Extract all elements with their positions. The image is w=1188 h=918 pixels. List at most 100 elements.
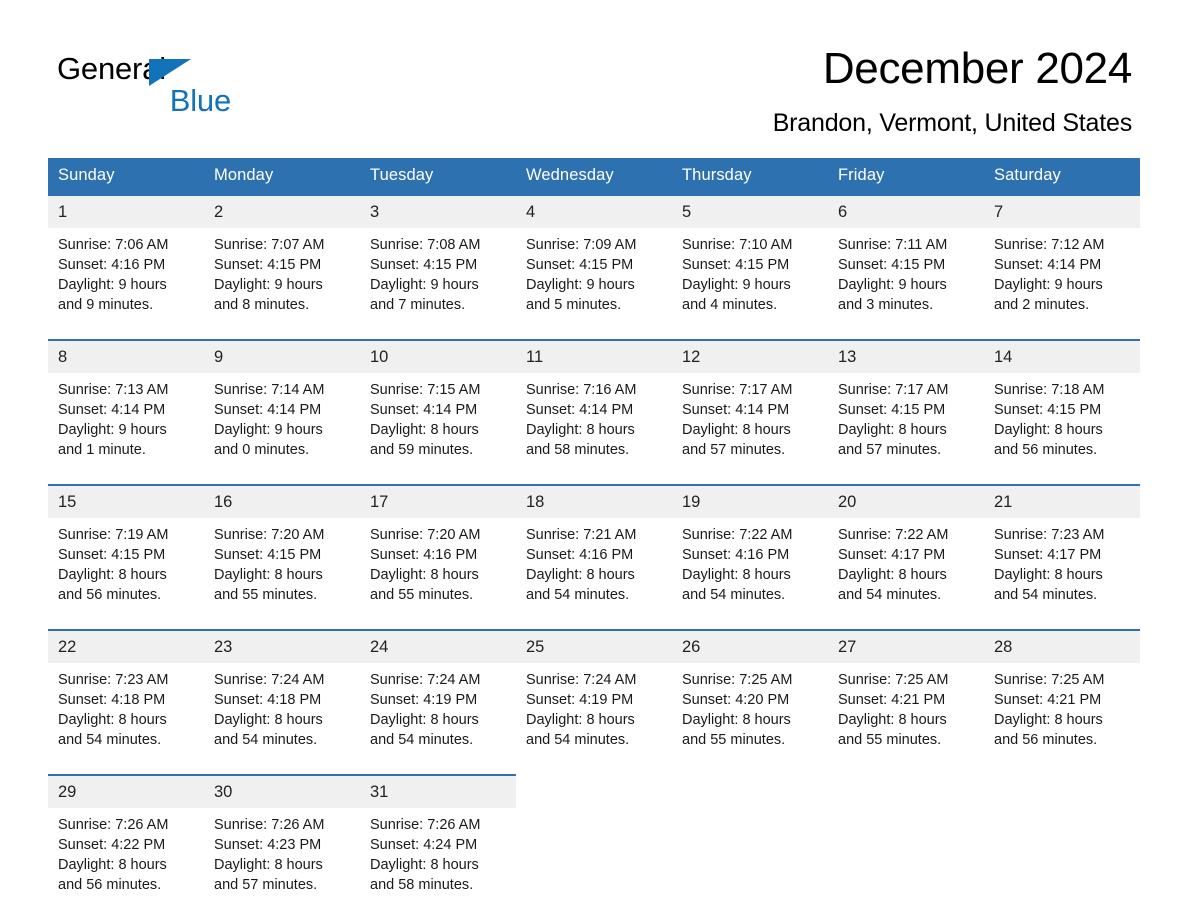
calendar-header-row: Sunday Monday Tuesday Wednesday Thursday… (48, 158, 1140, 195)
general-blue-logo[interactable]: General Blue (57, 52, 237, 118)
calendar-day-cell[interactable]: 23 Sunrise: 7:24 AM Sunset: 4:18 PM Dayligh… (204, 629, 360, 760)
calendar-day-cell[interactable]: 14 Sunrise: 7:18 AM Sunset: 4:15 PM Dayligh… (984, 339, 1140, 470)
daylight-text-line1: Daylight: 8 hours (994, 567, 1103, 583)
calendar-day-cell[interactable]: 30 Sunrise: 7:26 AM Sunset: 4:23 PM Dayligh… (204, 774, 360, 905)
sunset-text: Sunset: 4:22 PM (58, 837, 166, 853)
calendar-day-cell[interactable]: 20 Sunrise: 7:22 AM Sunset: 4:17 PM Dayligh… (828, 484, 984, 615)
logo-bottom-row: Blue (57, 84, 237, 118)
sunset-text: Sunset: 4:14 PM (58, 402, 166, 418)
calendar-day-cell[interactable]: 29 Sunrise: 7:26 AM Sunset: 4:22 PM Dayligh… (48, 774, 204, 905)
week-spacer-cell (48, 760, 1140, 775)
daylight-text-line2: and 58 minutes. (370, 877, 474, 893)
day-sun-info (672, 807, 828, 824)
day-sun-info: Sunrise: 7:24 AM Sunset: 4:19 PM Daylight:… (516, 663, 672, 760)
sunrise-text: Sunrise: 7:06 AM (58, 237, 169, 253)
calendar-day-cell[interactable]: 31 Sunrise: 7:26 AM Sunset: 4:24 PM Dayligh… (360, 774, 516, 905)
sunrise-text: Sunrise: 7:13 AM (58, 382, 169, 398)
daylight-text-line2: and 57 minutes. (214, 877, 318, 893)
calendar-day-cell[interactable]: 9 Sunrise: 7:14 AM Sunset: 4:14 PM Daylight… (204, 339, 360, 470)
day-sun-info: Sunrise: 7:16 AM Sunset: 4:14 PM Daylight:… (516, 373, 672, 470)
sunset-text: Sunset: 4:15 PM (526, 257, 634, 273)
day-number: 30 (204, 776, 360, 808)
calendar-day-cell[interactable]: 25 Sunrise: 7:24 AM Sunset: 4:19 PM Dayligh… (516, 629, 672, 760)
day-sun-info: Sunrise: 7:21 AM Sunset: 4:16 PM Daylight:… (516, 518, 672, 615)
calendar-day-cell[interactable]: 21 Sunrise: 7:23 AM Sunset: 4:17 PM Dayligh… (984, 484, 1140, 615)
calendar-day-cell[interactable]: 16 Sunrise: 7:20 AM Sunset: 4:15 PM Dayligh… (204, 484, 360, 615)
calendar-day-cell[interactable]: 28 Sunrise: 7:25 AM Sunset: 4:21 PM Dayligh… (984, 629, 1140, 760)
daylight-text-line2: and 54 minutes. (838, 587, 942, 603)
day-sun-info (984, 807, 1140, 824)
daylight-text-line1: Daylight: 8 hours (526, 712, 635, 728)
calendar-day-cell[interactable]: 13 Sunrise: 7:17 AM Sunset: 4:15 PM Dayligh… (828, 339, 984, 470)
day-sun-info: Sunrise: 7:25 AM Sunset: 4:20 PM Daylight:… (672, 663, 828, 760)
daylight-text-line2: and 54 minutes. (370, 732, 474, 748)
calendar-day-cell-empty (516, 775, 672, 905)
daylight-text-line1: Daylight: 9 hours (214, 277, 323, 293)
day-number (516, 775, 672, 807)
sunset-text: Sunset: 4:18 PM (214, 692, 322, 708)
calendar-day-cell[interactable]: 2 Sunrise: 7:07 AM Sunset: 4:15 PM Daylight… (204, 194, 360, 325)
day-sun-info (516, 807, 672, 824)
sunrise-text: Sunrise: 7:15 AM (370, 382, 481, 398)
day-number: 18 (516, 486, 672, 518)
day-number: 3 (360, 196, 516, 228)
daylight-text-line1: Daylight: 8 hours (994, 712, 1103, 728)
calendar-day-cell[interactable]: 17 Sunrise: 7:20 AM Sunset: 4:16 PM Dayligh… (360, 484, 516, 615)
day-number: 10 (360, 341, 516, 373)
sunset-text: Sunset: 4:16 PM (526, 547, 634, 563)
day-sun-info: Sunrise: 7:24 AM Sunset: 4:18 PM Daylight:… (204, 663, 360, 760)
sunset-text: Sunset: 4:15 PM (370, 257, 478, 273)
daylight-text-line2: and 1 minute. (58, 442, 146, 458)
calendar-day-cell[interactable]: 10 Sunrise: 7:15 AM Sunset: 4:14 PM Dayligh… (360, 339, 516, 470)
daylight-text-line1: Daylight: 8 hours (370, 567, 479, 583)
calendar-day-cell[interactable]: 12 Sunrise: 7:17 AM Sunset: 4:14 PM Dayligh… (672, 339, 828, 470)
daylight-text-line2: and 59 minutes. (370, 442, 474, 458)
sunset-text: Sunset: 4:16 PM (370, 547, 478, 563)
calendar-day-cell[interactable]: 26 Sunrise: 7:25 AM Sunset: 4:20 PM Dayligh… (672, 629, 828, 760)
sunset-text: Sunset: 4:14 PM (526, 402, 634, 418)
calendar-day-cell[interactable]: 22 Sunrise: 7:23 AM Sunset: 4:18 PM Dayligh… (48, 629, 204, 760)
daylight-text-line2: and 9 minutes. (58, 297, 154, 313)
day-number (984, 775, 1140, 807)
sunrise-text: Sunrise: 7:26 AM (58, 817, 169, 833)
daylight-text-line2: and 55 minutes. (214, 587, 318, 603)
calendar-day-cell[interactable]: 19 Sunrise: 7:22 AM Sunset: 4:16 PM Dayligh… (672, 484, 828, 615)
daylight-text-line1: Daylight: 8 hours (214, 712, 323, 728)
calendar-week-row: 29 Sunrise: 7:26 AM Sunset: 4:22 PM Dayligh… (48, 774, 1140, 905)
calendar-day-cell[interactable]: 18 Sunrise: 7:21 AM Sunset: 4:16 PM Dayligh… (516, 484, 672, 615)
calendar-day-cell-empty (828, 775, 984, 905)
calendar-day-cell[interactable]: 6 Sunrise: 7:11 AM Sunset: 4:15 PM Daylight… (828, 194, 984, 325)
calendar-week-row: 1 Sunrise: 7:06 AM Sunset: 4:16 PM Daylight… (48, 194, 1140, 325)
daylight-text-line1: Daylight: 8 hours (214, 857, 323, 873)
calendar-day-cell[interactable]: 1 Sunrise: 7:06 AM Sunset: 4:16 PM Daylight… (48, 194, 204, 325)
sunrise-text: Sunrise: 7:08 AM (370, 237, 481, 253)
daylight-text-line2: and 56 minutes. (58, 877, 162, 893)
page-masthead: General Blue December 2024 Brandon, Verm… (0, 0, 1188, 137)
sunrise-text: Sunrise: 7:14 AM (214, 382, 325, 398)
day-number (672, 775, 828, 807)
day-sun-info: Sunrise: 7:20 AM Sunset: 4:15 PM Daylight:… (204, 518, 360, 615)
calendar-day-cell[interactable]: 11 Sunrise: 7:16 AM Sunset: 4:14 PM Dayligh… (516, 339, 672, 470)
day-sun-info: Sunrise: 7:26 AM Sunset: 4:23 PM Daylight:… (204, 808, 360, 905)
daylight-text-line1: Daylight: 9 hours (214, 422, 323, 438)
daylight-text-line2: and 8 minutes. (214, 297, 310, 313)
calendar-day-cell[interactable]: 4 Sunrise: 7:09 AM Sunset: 4:15 PM Daylight… (516, 194, 672, 325)
calendar-day-cell[interactable]: 5 Sunrise: 7:10 AM Sunset: 4:15 PM Daylight… (672, 194, 828, 325)
calendar-day-cell[interactable]: 3 Sunrise: 7:08 AM Sunset: 4:15 PM Daylight… (360, 194, 516, 325)
sunrise-text: Sunrise: 7:19 AM (58, 527, 169, 543)
page-title: December 2024 (822, 44, 1132, 93)
calendar-day-cell[interactable]: 24 Sunrise: 7:24 AM Sunset: 4:19 PM Dayligh… (360, 629, 516, 760)
calendar-day-cell[interactable]: 15 Sunrise: 7:19 AM Sunset: 4:15 PM Dayligh… (48, 484, 204, 615)
sunrise-text: Sunrise: 7:26 AM (214, 817, 325, 833)
day-sun-info: Sunrise: 7:22 AM Sunset: 4:16 PM Daylight:… (672, 518, 828, 615)
sunrise-text: Sunrise: 7:10 AM (682, 237, 793, 253)
sunrise-text: Sunrise: 7:16 AM (526, 382, 637, 398)
calendar-day-cell[interactable]: 7 Sunrise: 7:12 AM Sunset: 4:14 PM Daylight… (984, 194, 1140, 325)
day-number: 24 (360, 631, 516, 663)
sunset-text: Sunset: 4:16 PM (682, 547, 790, 563)
calendar-day-cell[interactable]: 27 Sunrise: 7:25 AM Sunset: 4:21 PM Dayligh… (828, 629, 984, 760)
day-number: 27 (828, 631, 984, 663)
sunrise-text: Sunrise: 7:21 AM (526, 527, 637, 543)
calendar-day-cell[interactable]: 8 Sunrise: 7:13 AM Sunset: 4:14 PM Daylight… (48, 339, 204, 470)
day-sun-info: Sunrise: 7:08 AM Sunset: 4:15 PM Daylight:… (360, 228, 516, 325)
